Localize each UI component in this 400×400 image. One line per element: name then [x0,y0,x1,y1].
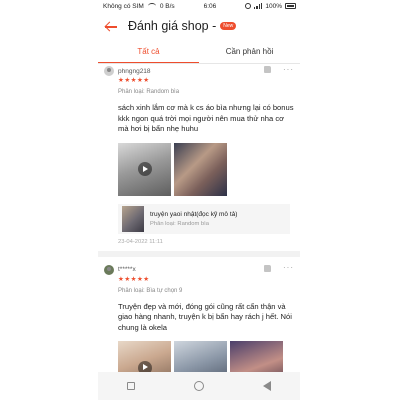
avatar[interactable] [104,264,114,275]
carrier-text: Không có SIM [103,2,144,10]
review-text: sách xinh lắm cơ mà k cs áo bìa nhưng lạ… [118,103,294,133]
product-card[interactable]: truyện yaoi nhật(đọc kỹ mô tả) Phân loại… [118,203,290,234]
system-nav-bar [98,372,300,400]
reviewer-name: t*****x [118,266,136,273]
review-actions: ··· [264,264,294,272]
status-bar: Không có SIM 0 B/s 6:06 100% [98,0,300,12]
status-left: Không có SIM 0 B/s [103,3,175,10]
home-icon[interactable] [193,381,204,391]
tab-bar: Tất cả Cần phản hồi [98,40,300,64]
review-video-thumbnail[interactable] [118,142,171,196]
app-header: Đánh giá shop - New [98,12,300,40]
reviewer-name: phngng218 [118,67,151,75]
recent-apps-icon[interactable] [127,382,136,390]
status-right: 100% [245,3,296,10]
star-rating: ★★★★★ [118,77,150,84]
product-variant-label: Phân loại: Bìa tự chọn 9 [118,287,183,294]
product-card-variant: Phân loại: Random bìa [150,220,209,227]
clock: 6:06 [203,2,217,10]
new-badge: New [220,22,237,30]
thumbs-up-icon[interactable] [264,264,271,272]
review-photo[interactable] [174,142,227,196]
review-actions: ··· [264,65,294,73]
back-arrow-icon[interactable] [104,19,118,33]
more-options-icon[interactable]: ··· [283,264,294,272]
star-rating: ★★★★★ [118,275,150,283]
avatar[interactable] [104,66,114,76]
network-speed: 0 B/s [159,2,175,10]
product-thumbnail [122,205,144,232]
review-text: Truyện đẹp và mới, đóng gói cũng rất cẩn… [118,301,292,332]
alarm-icon [245,3,252,9]
thumbs-up-icon[interactable] [264,66,271,73]
play-icon[interactable] [137,162,152,176]
wifi-icon [147,3,156,9]
review-date: 23-04-2022 11:11 [118,238,163,245]
battery-icon [284,3,296,9]
page-title: Đánh giá shop - [128,19,217,33]
phone-screen: Không có SIM 0 B/s 6:06 100% Đánh giá sh… [98,0,300,400]
tab-needs-reply[interactable]: Cần phản hồi [199,40,300,63]
tab-all[interactable]: Tất cả [98,40,199,63]
battery-percent: 100% [265,2,282,10]
review-media [118,142,294,196]
more-options-icon[interactable]: ··· [283,65,294,73]
product-name: truyện yaoi nhật(đọc kỹ mô tả) [150,210,238,218]
review-item: phngng218 ··· ★★★★★ Phân loại: Random bì… [98,64,300,245]
nav-back-icon[interactable] [262,381,271,391]
product-variant-label: Phân loại: Random bìa [118,89,180,95]
product-info: truyện yaoi nhật(đọc kỹ mô tả) Phân loại… [150,211,237,227]
signal-icon [254,3,263,9]
